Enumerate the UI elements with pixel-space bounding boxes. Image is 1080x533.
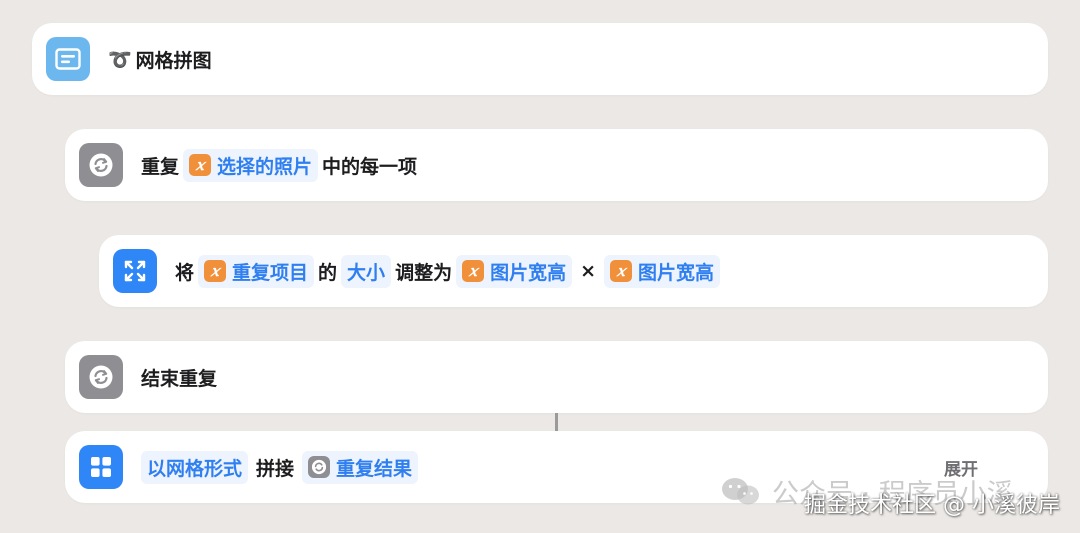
- grid-icon: [79, 445, 123, 489]
- repeat-icon: [79, 143, 123, 187]
- variable-token-height[interactable]: 𝑥 图片宽高: [604, 254, 721, 288]
- resize-image-action[interactable]: 将 𝑥 重复项目 的 大小 调整为 𝑥 图片宽高 × 𝑥 图片宽高: [99, 235, 1048, 307]
- end-repeat-label: 结束重复: [141, 367, 218, 390]
- variable-icon: 𝑥: [610, 260, 633, 282]
- variable-token-width[interactable]: 𝑥 图片宽高: [456, 254, 573, 288]
- variable-token-selected-photos[interactable]: 𝑥 选择的照片: [183, 148, 319, 182]
- resize-word-adjust: 调整为: [395, 261, 453, 284]
- variable-token-repeat-results[interactable]: 重复结果: [302, 450, 419, 484]
- times-symbol: ×: [580, 260, 597, 282]
- variable-label: 图片宽高: [490, 261, 567, 284]
- variable-icon: 𝑥: [204, 260, 227, 282]
- shortcut-name[interactable]: 网格拼图: [136, 46, 212, 73]
- repeat-icon: [79, 355, 123, 399]
- repeat-icon: [308, 456, 331, 478]
- resize-word-de: 的: [318, 261, 338, 284]
- repeat-label: 重复: [141, 155, 180, 178]
- loop-glyph-icon: ➰: [108, 48, 132, 71]
- flow-connector: [555, 413, 558, 431]
- variable-label: 选择的照片: [217, 155, 313, 178]
- variable-label: 图片宽高: [638, 261, 715, 284]
- end-repeat-action[interactable]: 结束重复: [65, 341, 1048, 413]
- mode-label: 以网格形式: [147, 457, 243, 480]
- variable-token-repeat-item[interactable]: 𝑥 重复项目: [198, 254, 315, 288]
- property-token-size[interactable]: 大小: [341, 254, 392, 288]
- variable-label: 重复项目: [232, 261, 309, 284]
- variable-label: 重复结果: [336, 457, 413, 480]
- wechat-icon: [720, 476, 762, 508]
- variable-icon: 𝑥: [189, 154, 212, 176]
- resize-arrows-icon: [113, 249, 157, 293]
- property-label: 大小: [347, 261, 386, 284]
- mode-token-grid[interactable]: 以网格形式: [141, 450, 249, 484]
- combine-word: 拼接: [256, 457, 295, 480]
- text-box-icon: [46, 37, 90, 81]
- resize-word-jiang: 将: [175, 261, 195, 284]
- repeat-suffix: 中的每一项: [322, 155, 418, 178]
- credit-watermark: 掘金技术社区 @ 小溪彼岸: [804, 493, 1060, 518]
- variable-icon: 𝑥: [462, 260, 485, 282]
- shortcut-title-card[interactable]: ➰ 网格拼图: [32, 23, 1048, 95]
- repeat-each-action[interactable]: 重复 𝑥 选择的照片 中的每一项: [65, 129, 1048, 201]
